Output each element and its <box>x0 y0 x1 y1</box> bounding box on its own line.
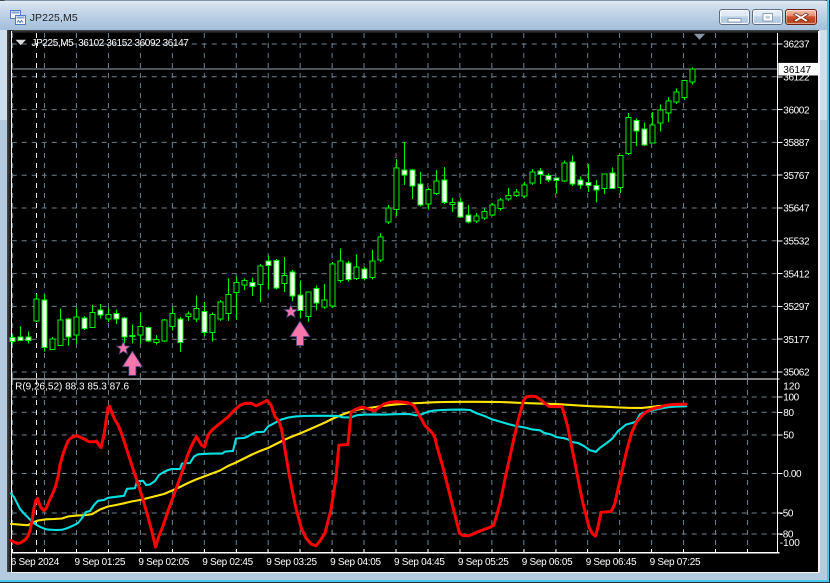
svg-text:9 Sep 05:25: 9 Sep 05:25 <box>458 557 509 568</box>
svg-text:35412: 35412 <box>783 269 810 280</box>
svg-text:35062: 35062 <box>783 368 810 379</box>
svg-text:35887: 35887 <box>783 138 810 149</box>
svg-text:35532: 35532 <box>783 237 810 248</box>
svg-text:9 Sep 04:05: 9 Sep 04:05 <box>330 557 381 568</box>
svg-text:9 Sep 01:25: 9 Sep 01:25 <box>75 557 126 568</box>
svg-text:35297: 35297 <box>783 302 810 313</box>
svg-text:120: 120 <box>783 381 800 392</box>
svg-text:R(9,26,52) 88.3 85.3 87.6: R(9,26,52) 88.3 85.3 87.6 <box>15 382 129 393</box>
svg-text:35647: 35647 <box>783 204 810 215</box>
svg-text:35767: 35767 <box>783 171 810 182</box>
svg-text:9 Sep 06:45: 9 Sep 06:45 <box>586 557 637 568</box>
svg-text:9 Sep 02:45: 9 Sep 02:45 <box>202 557 253 568</box>
svg-text:0.00: 0.00 <box>783 469 802 480</box>
svg-text:36237: 36237 <box>783 40 810 51</box>
svg-text:-100: -100 <box>780 538 800 549</box>
svg-text:50: 50 <box>783 431 794 442</box>
svg-text:9 Sep 07:25: 9 Sep 07:25 <box>650 557 701 568</box>
svg-text:9 Sep 04:45: 9 Sep 04:45 <box>394 557 445 568</box>
svg-text:35177: 35177 <box>783 335 810 346</box>
svg-text:36002: 36002 <box>783 105 810 116</box>
svg-text:36147: 36147 <box>783 65 811 76</box>
svg-text:80: 80 <box>783 408 794 419</box>
svg-text:9 Sep 06:05: 9 Sep 06:05 <box>522 557 573 568</box>
svg-text:6 Sep 2024: 6 Sep 2024 <box>11 557 60 568</box>
svg-text:JP225,M5 36102 36152 36092 36: JP225,M5 36102 36152 36092 36147 <box>32 38 190 49</box>
svg-text:-50: -50 <box>780 509 794 520</box>
svg-text:9 Sep 03:25: 9 Sep 03:25 <box>266 557 317 568</box>
svg-text:9 Sep 02:05: 9 Sep 02:05 <box>138 557 189 568</box>
svg-text:100: 100 <box>783 393 799 404</box>
